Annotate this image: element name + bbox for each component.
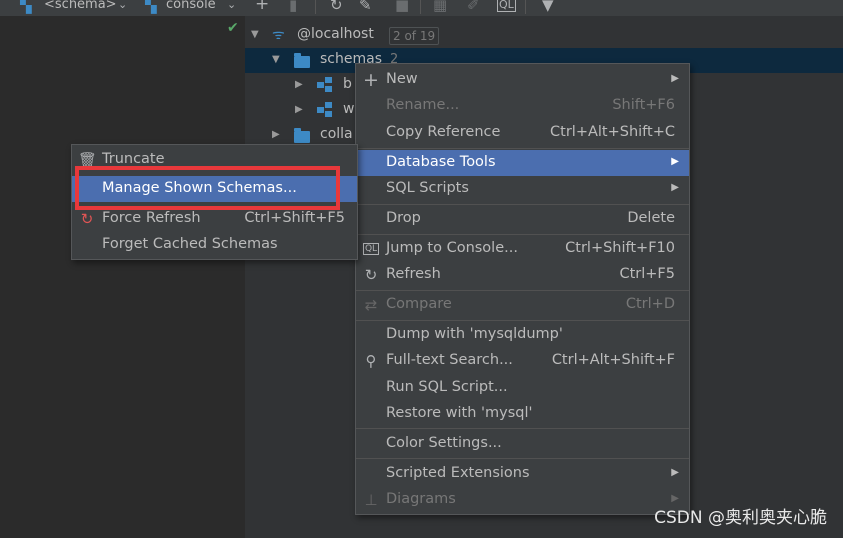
refresh-icon: ↻ <box>364 266 378 284</box>
search-icon: ⚲ <box>365 352 377 370</box>
database-toolbar: + ▮ ↻ ✎ ■ ▦ ✐ QL ▼ <box>245 0 843 16</box>
menu-separator <box>356 428 689 429</box>
refresh-icon[interactable]: ↻ <box>330 0 343 14</box>
menu-item-full-text-search[interactable]: ⚲ Full-text Search... Ctrl+Alt+Shift+F <box>356 348 689 374</box>
menu-item-copy-reference[interactable]: Copy Reference Ctrl+Alt+Shift+C <box>356 120 689 146</box>
add-icon[interactable]: + <box>255 0 269 14</box>
menu-separator <box>356 290 689 291</box>
menu-item-compare[interactable]: ⇄ Compare Ctrl+D <box>356 292 689 318</box>
menu-item-sql-scripts[interactable]: SQL Scripts ▶ <box>356 176 689 202</box>
toolbar-separator <box>525 0 526 14</box>
tree-row-localhost[interactable]: ▼ ᯤ @localhost 2 of 19 <box>245 23 843 48</box>
menu-separator <box>356 204 689 205</box>
collations-label: colla <box>320 126 353 142</box>
menu-item-restore-mysql[interactable]: Restore with 'mysql' <box>356 401 689 427</box>
compare-icon: ⇄ <box>364 296 378 314</box>
menu-item-rename[interactable]: Rename... Shift+F6 <box>356 93 689 119</box>
diagram-icon: ⊥ <box>364 491 378 509</box>
chevron-down-icon[interactable]: ⌄ <box>118 0 127 11</box>
filter-icon[interactable]: ▼ <box>542 0 554 14</box>
menu-separator <box>356 458 689 459</box>
schema-icon: ▚ <box>20 0 32 14</box>
folder-icon <box>294 128 310 143</box>
menu-item-jump-to-console[interactable]: QL Jump to Console... Ctrl+Shift+F10 <box>356 236 689 262</box>
toolbar-separator <box>315 0 316 14</box>
context-menu: + New ▶ Rename... Shift+F6 Copy Referenc… <box>355 63 690 515</box>
add-icon: + <box>363 69 379 91</box>
submenu-arrow-icon: ▶ <box>671 156 679 167</box>
menu-separator <box>356 320 689 321</box>
expand-arrow-icon[interactable]: ▶ <box>295 79 303 90</box>
folder-icon <box>294 53 310 68</box>
menu-item-database-tools[interactable]: Database Tools ▶ <box>356 150 689 176</box>
query-console-icon[interactable]: QL <box>497 0 516 12</box>
menu-item-forget-cached-schemas[interactable]: Forget Cached Schemas <box>72 232 357 258</box>
expand-arrow-icon[interactable]: ▶ <box>272 129 280 140</box>
expand-arrow-icon[interactable]: ▼ <box>272 54 280 65</box>
table-icon[interactable]: ▦ <box>433 0 447 14</box>
console-selector[interactable]: console <box>166 0 216 12</box>
schema-selector[interactable]: <schema> <box>44 0 117 12</box>
connected-check-icon: ✔ <box>227 20 239 36</box>
console-icon: ▚ <box>145 0 157 14</box>
submenu-arrow-icon: ▶ <box>671 467 679 478</box>
schema-icon <box>317 77 333 93</box>
menu-item-dump-mysqldump[interactable]: Dump with 'mysqldump' <box>356 322 689 348</box>
highlight-annotation-box <box>75 166 340 210</box>
query-console-icon: QL <box>362 243 380 255</box>
menu-item-diagrams[interactable]: ⊥ Diagrams ▶ <box>356 487 689 513</box>
chevron-down-icon[interactable]: ⌄ <box>227 0 236 11</box>
mysql-datasource-icon: ᯤ <box>272 27 285 43</box>
edit-icon[interactable]: ✐ <box>467 0 480 14</box>
toolbar-separator <box>420 0 421 14</box>
synchronize-icon[interactable]: ✎ <box>359 0 372 14</box>
menu-item-run-sql-script[interactable]: Run SQL Script... <box>356 375 689 401</box>
left-panel <box>0 0 245 538</box>
expand-arrow-icon[interactable]: ▼ <box>251 29 259 40</box>
force-refresh-icon: ↻ <box>80 210 94 228</box>
menu-separator <box>356 234 689 235</box>
schema-label: b <box>343 76 352 92</box>
submenu-arrow-icon: ▶ <box>671 182 679 193</box>
schema-count-badge: 2 of 19 <box>389 27 440 45</box>
menu-separator <box>356 148 689 149</box>
menu-item-new[interactable]: + New ▶ <box>356 67 689 93</box>
schema-label: w <box>343 101 355 117</box>
watermark: CSDN @奥利奥夹心脆 <box>654 508 827 528</box>
menu-item-scripted-extensions[interactable]: Scripted Extensions ▶ <box>356 461 689 487</box>
menu-item-drop[interactable]: Drop Delete <box>356 206 689 232</box>
submenu-arrow-icon: ▶ <box>671 73 679 84</box>
expand-arrow-icon[interactable]: ▶ <box>295 104 303 115</box>
stop-icon[interactable]: ■ <box>395 0 409 14</box>
menu-item-color-settings[interactable]: Color Settings... <box>356 431 689 457</box>
menu-item-refresh[interactable]: ↻ Refresh Ctrl+F5 <box>356 262 689 288</box>
properties-icon[interactable]: ▮ <box>289 0 297 14</box>
schema-icon <box>317 102 333 118</box>
session-toolbar: ▚ <schema> ⌄ ▚ console ⌄ <box>0 0 245 16</box>
datasource-label: @localhost <box>297 26 374 42</box>
